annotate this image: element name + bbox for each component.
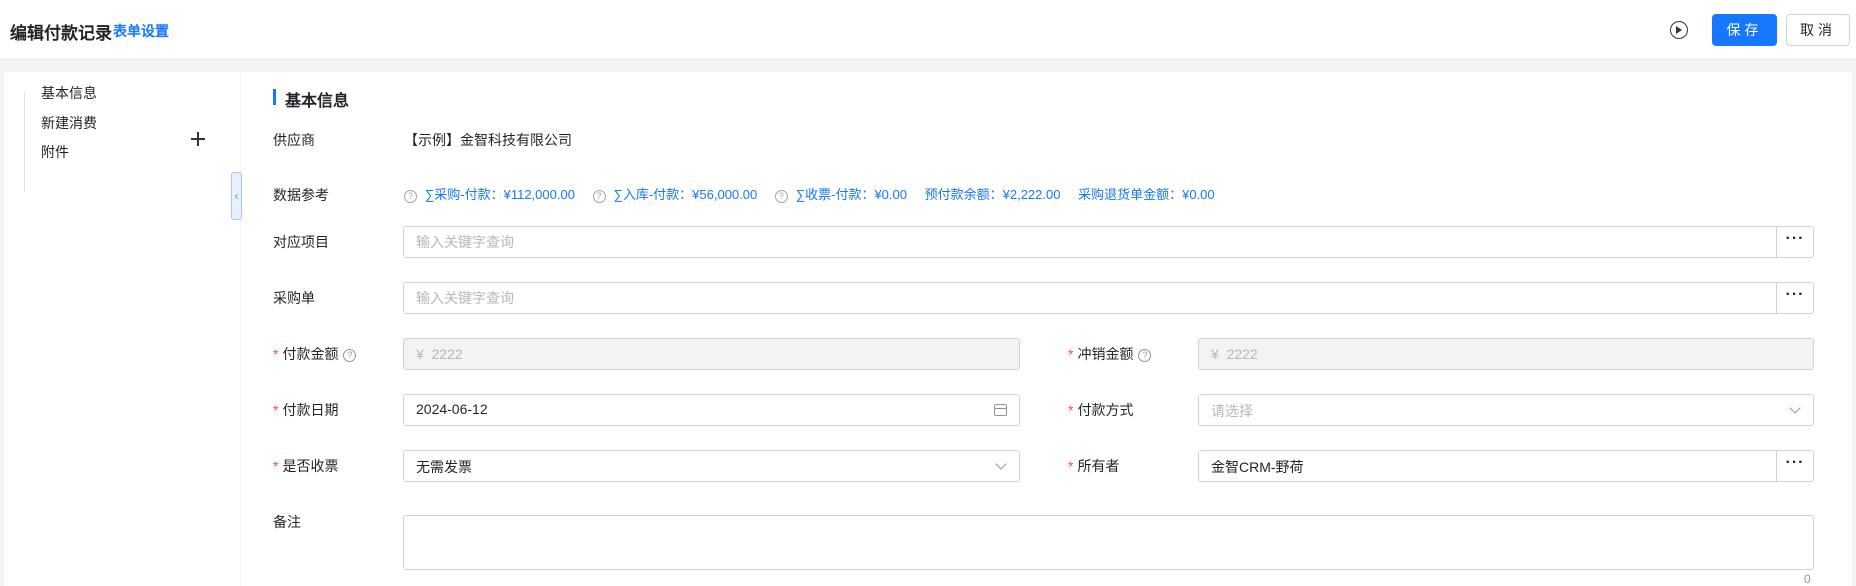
save-button[interactable]: 保存: [1712, 14, 1777, 46]
writeoff-amount-text: 冲销金额: [1077, 346, 1134, 362]
supplier-label: 供应商: [273, 132, 315, 148]
project-label: 对应项目: [273, 234, 329, 250]
owner-field: 金智CRM-野荷 ···: [1198, 450, 1814, 482]
ref-invoice-payment: ∑收票-付款：¥0.00: [795, 187, 907, 202]
required-mark: *: [273, 402, 279, 418]
sidebar: 基本信息 新建消费 附件: [4, 72, 240, 586]
question-circle-icon[interactable]: ?: [404, 190, 417, 203]
form-settings-link[interactable]: 表单设置: [113, 21, 169, 41]
data-reference-label: 数据参考: [273, 187, 329, 203]
owner-text: 所有者: [1077, 458, 1120, 474]
purchase-order-input[interactable]: [404, 283, 1775, 313]
payment-method-select[interactable]: 请选择: [1198, 394, 1814, 426]
ellipsis-icon[interactable]: ···: [1776, 283, 1813, 313]
owner-label: * 所有者: [1068, 456, 1119, 476]
header-bar: 编辑付款记录 表单设置 保存 取消: [0, 0, 1856, 60]
writeoff-amount-input: [1199, 339, 1813, 369]
question-circle-icon[interactable]: ?: [1138, 349, 1152, 362]
question-circle-icon[interactable]: ?: [343, 349, 357, 362]
payment-amount-input: [404, 339, 1019, 369]
sidebar-divider: [24, 92, 25, 192]
calendar-icon[interactable]: [994, 404, 1007, 416]
ref-purchase-payment: ∑采购-付款：¥112,000.00: [425, 187, 575, 202]
sidebar-item-attachments[interactable]: 附件: [41, 142, 69, 162]
ellipsis-icon[interactable]: ···: [1776, 227, 1813, 257]
invoice-received-text: 是否收票: [282, 458, 339, 474]
purchase-order-label: 采购单: [273, 290, 315, 306]
payment-date-text: 付款日期: [282, 402, 339, 418]
payment-method-placeholder: 请选择: [1211, 403, 1253, 419]
question-circle-icon[interactable]: ?: [592, 190, 606, 203]
remarks-char-count: 0: [1804, 572, 1811, 586]
section-title: 基本信息: [285, 93, 350, 110]
required-mark: *: [273, 458, 279, 474]
sidebar-item-new-expense[interactable]: 新建消费: [41, 113, 97, 133]
cancel-button[interactable]: 取消: [1786, 14, 1850, 46]
chevron-down-icon: [995, 458, 1007, 470]
invoice-received-label: * 是否收票: [273, 456, 338, 476]
required-mark: *: [1068, 346, 1074, 362]
ref-stockin-payment: ∑入库-付款：¥56,000.00: [613, 187, 758, 202]
payment-amount-field: [403, 338, 1020, 370]
invoice-received-value: 无需发票: [416, 459, 472, 475]
question-circle-icon[interactable]: ?: [774, 190, 788, 203]
form-panel: 基本信息 供应商 【示例】金智科技有限公司 数据参考 ? ∑采购-付款：¥112,…: [241, 72, 1852, 586]
section-marker: [273, 89, 276, 105]
payment-date-value: 2024-06-12: [416, 401, 488, 417]
purchase-order-field: ···: [403, 282, 1814, 314]
play-circle-icon[interactable]: [1670, 21, 1688, 39]
supplier-value: 【示例】金智科技有限公司: [404, 132, 572, 148]
remarks-field: [403, 515, 1814, 570]
payment-amount-text: 付款金额: [282, 346, 339, 362]
payment-date-label: * 付款日期: [273, 400, 338, 420]
chevron-left-icon[interactable]: ‹: [231, 172, 242, 220]
ellipsis-icon[interactable]: ···: [1776, 451, 1813, 481]
ref-prepayment-balance: 预付款余额：¥2,222.00: [924, 187, 1061, 202]
payment-method-label: * 付款方式: [1068, 400, 1133, 420]
remarks-textarea[interactable]: [404, 516, 1813, 569]
owner-value[interactable]: 金智CRM-野荷: [1211, 457, 1304, 477]
plus-icon[interactable]: [190, 131, 206, 147]
writeoff-amount-label: * 冲销金额?: [1068, 344, 1152, 364]
sidebar-item-basic-info[interactable]: 基本信息: [41, 83, 97, 103]
required-mark: *: [1068, 458, 1074, 474]
page-title: 编辑付款记录: [10, 24, 112, 43]
invoice-received-select[interactable]: 无需发票: [403, 450, 1020, 482]
payment-method-text: 付款方式: [1077, 402, 1134, 418]
project-field: ···: [403, 226, 1814, 258]
project-input[interactable]: [404, 227, 1775, 257]
payment-date-field[interactable]: 2024-06-12: [403, 394, 1020, 426]
data-reference-values: ? ∑采购-付款：¥112,000.00 ? ∑入库-付款：¥56,000.00 ?…: [404, 184, 1229, 203]
remarks-label: 备注: [273, 514, 301, 530]
chevron-down-icon: [1789, 402, 1801, 414]
ref-return-amount: 采购退货单金额：¥0.00: [1078, 187, 1215, 202]
writeoff-amount-field: [1198, 338, 1814, 370]
required-mark: *: [273, 346, 279, 362]
payment-amount-label: * 付款金额?: [273, 344, 357, 364]
required-mark: *: [1068, 402, 1074, 418]
